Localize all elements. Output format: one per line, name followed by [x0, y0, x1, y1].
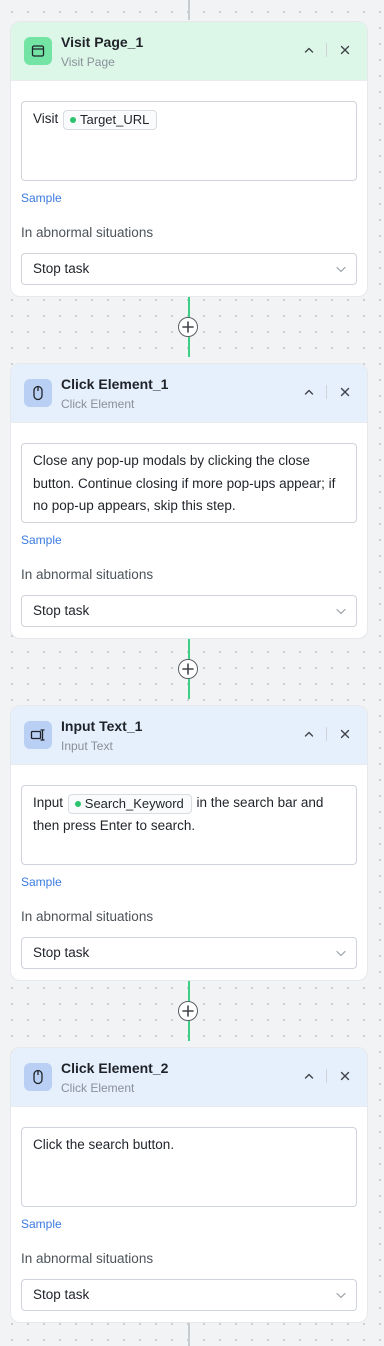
- collapse-button[interactable]: [300, 41, 318, 59]
- header-divider: [326, 1069, 327, 1083]
- variable-dot-icon: [74, 801, 81, 807]
- sample-link[interactable]: Sample: [21, 191, 62, 205]
- chevron-down-icon: [336, 950, 346, 957]
- abnormal-action-select[interactable]: Stop task: [21, 253, 357, 285]
- node-card-click-element[interactable]: Click Element_1 Click Element Close any …: [10, 363, 368, 639]
- header-divider: [326, 727, 327, 741]
- node-card-visit-page[interactable]: Visit Page_1 Visit Page Visit Target_URL…: [10, 21, 368, 297]
- close-button[interactable]: [336, 725, 354, 743]
- select-value: Stop task: [33, 261, 90, 276]
- variable-name: Search_Keyword: [84, 796, 184, 811]
- select-value: Stop task: [33, 1287, 90, 1302]
- close-icon: [340, 45, 350, 55]
- chevron-up-icon: [304, 389, 314, 395]
- collapse-button[interactable]: [300, 725, 318, 743]
- close-button[interactable]: [336, 41, 354, 59]
- collapse-button[interactable]: [300, 1067, 318, 1085]
- header-divider: [326, 43, 327, 57]
- node-subtitle: Click Element: [61, 397, 135, 411]
- close-button[interactable]: [336, 383, 354, 401]
- select-value: Stop task: [33, 945, 90, 960]
- mouse-icon: [24, 379, 52, 407]
- abnormal-situations-label: In abnormal situations: [21, 567, 154, 582]
- text-input-icon: [24, 721, 52, 749]
- add-step-button[interactable]: [178, 1001, 198, 1021]
- prompt-text: Input: [33, 795, 67, 810]
- close-icon: [340, 729, 350, 739]
- abnormal-situations-label: In abnormal situations: [21, 909, 154, 924]
- browser-window-icon: [24, 37, 52, 65]
- chevron-down-icon: [336, 608, 346, 615]
- abnormal-action-select[interactable]: Stop task: [21, 595, 357, 627]
- node-title: Click Element_1: [61, 376, 169, 392]
- node-subtitle: Visit Page: [61, 55, 115, 69]
- sample-link[interactable]: Sample: [21, 1217, 62, 1231]
- select-value: Stop task: [33, 603, 90, 618]
- connector-bottom: [188, 1323, 190, 1346]
- plus-icon: [182, 663, 194, 675]
- prompt-editor[interactable]: Visit Target_URL: [21, 101, 357, 181]
- sample-link[interactable]: Sample: [21, 875, 62, 889]
- close-icon: [340, 1071, 350, 1081]
- abnormal-action-select[interactable]: Stop task: [21, 1279, 357, 1311]
- node-card-click-element[interactable]: Click Element_2 Click Element Click the …: [10, 1047, 368, 1323]
- add-step-button[interactable]: [178, 659, 198, 679]
- variable-dot-icon: [70, 117, 77, 123]
- abnormal-action-select[interactable]: Stop task: [21, 937, 357, 969]
- chevron-down-icon: [336, 266, 346, 273]
- prompt-text: Click the search button.: [33, 1137, 175, 1152]
- node-card-input-text[interactable]: Input Text_1 Input Text Input Search_Key…: [10, 705, 368, 981]
- sample-link[interactable]: Sample: [21, 533, 62, 547]
- node-subtitle: Input Text: [61, 739, 113, 753]
- plus-icon: [182, 321, 194, 333]
- prompt-editor[interactable]: Close any pop-up modals by clicking the …: [21, 443, 357, 523]
- variable-name: Target_URL: [80, 112, 150, 127]
- close-button[interactable]: [336, 1067, 354, 1085]
- node-title: Click Element_2: [61, 1060, 169, 1076]
- mouse-icon: [24, 1063, 52, 1091]
- header-divider: [326, 385, 327, 399]
- chevron-down-icon: [336, 1292, 346, 1299]
- plus-icon: [182, 1005, 194, 1017]
- close-icon: [340, 387, 350, 397]
- node-header: Visit Page_1 Visit Page: [11, 22, 367, 81]
- variable-chip[interactable]: Search_Keyword: [67, 794, 192, 814]
- node-title: Visit Page_1: [61, 34, 144, 50]
- abnormal-situations-label: In abnormal situations: [21, 1251, 154, 1266]
- abnormal-situations-label: In abnormal situations: [21, 225, 154, 240]
- chevron-up-icon: [304, 731, 314, 737]
- node-header: Click Element_2 Click Element: [11, 1048, 367, 1107]
- node-subtitle: Click Element: [61, 1081, 135, 1095]
- connector-top: [188, 0, 190, 20]
- node-header: Click Element_1 Click Element: [11, 364, 367, 423]
- collapse-button[interactable]: [300, 383, 318, 401]
- add-step-button[interactable]: [178, 317, 198, 337]
- prompt-text: Close any pop-up modals by clicking the …: [33, 453, 336, 513]
- prompt-editor[interactable]: Input Search_Keyword in the search bar a…: [21, 785, 357, 865]
- node-title: Input Text_1: [61, 718, 143, 734]
- prompt-editor[interactable]: Click the search button.: [21, 1127, 357, 1207]
- chevron-up-icon: [304, 1073, 314, 1079]
- prompt-text: Visit: [33, 111, 63, 126]
- chevron-up-icon: [304, 47, 314, 53]
- variable-chip[interactable]: Target_URL: [63, 110, 158, 130]
- node-header: Input Text_1 Input Text: [11, 706, 367, 765]
